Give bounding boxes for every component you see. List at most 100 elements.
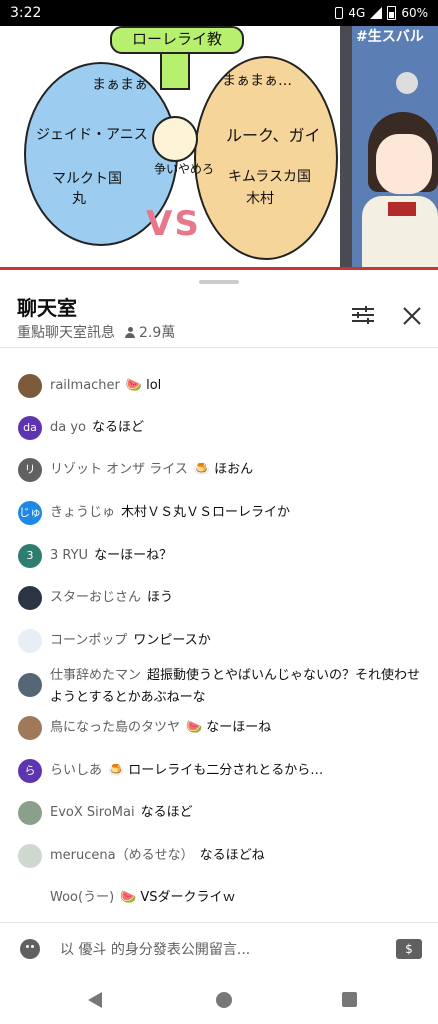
- vtuber-character: #生スバル: [352, 26, 438, 270]
- chat-message[interactable]: リ リゾット オンザ ライス 🍮 ほおん: [18, 458, 426, 482]
- chat-message[interactable]: 鳥になった島のタツヤ 🍉 なーほーね: [18, 716, 426, 740]
- message-text: VSダークライｗ: [140, 890, 236, 905]
- wb-center: 争いやめろ: [154, 162, 215, 176]
- message-author[interactable]: 仕事辞めたマン: [50, 668, 141, 683]
- super-chat-icon[interactable]: $: [396, 939, 422, 959]
- avatar: [18, 586, 42, 610]
- avatar: [18, 629, 42, 653]
- message-text: ローレライも二分されとるから…: [128, 763, 324, 778]
- channel-tag: #生スバル: [356, 29, 424, 45]
- watermelon-badge-icon: 🍉: [120, 890, 137, 905]
- wb-right-top: まぁまぁ…: [222, 73, 292, 89]
- avatar: ら: [18, 759, 42, 783]
- filter-icon[interactable]: [350, 304, 376, 326]
- home-icon[interactable]: [216, 992, 232, 1008]
- close-icon[interactable]: [400, 304, 424, 328]
- chat-message[interactable]: 3 3 RYU なーほーね？: [18, 544, 426, 568]
- message-text: ワンピースか: [133, 633, 211, 648]
- watermelon-badge-icon: 🍉: [186, 720, 203, 735]
- message-author[interactable]: スターおじさん: [50, 590, 141, 605]
- recent-apps-icon[interactable]: [342, 992, 357, 1007]
- chat-message[interactable]: コーンポップ ワンピースか: [18, 629, 426, 653]
- avatar: [18, 886, 42, 910]
- chat-message[interactable]: 仕事辞めたマン 超振動使うとやばいんじゃないの？それ使わせようとするとかあぶねーな: [18, 663, 426, 709]
- chat-message[interactable]: スターおじさん ほう: [18, 586, 426, 610]
- message-text: なるほど: [140, 805, 193, 820]
- message-text: ほう: [147, 590, 174, 605]
- chat-message[interactable]: Woo(うー) 🍉 VSダークライｗ: [18, 886, 426, 910]
- chat-message[interactable]: da da yo なるほど: [18, 416, 426, 440]
- status-time: 3:22: [10, 5, 42, 21]
- system-nav-bar: [0, 974, 438, 1024]
- arrow-up-shape: [160, 50, 190, 90]
- chat-message[interactable]: merucena（めるせな） なるほどね: [18, 844, 426, 868]
- message-author[interactable]: Woo(うー): [50, 890, 114, 905]
- message-text: ほおん: [214, 462, 254, 477]
- message-author[interactable]: リゾット オンザ ライス: [50, 462, 188, 477]
- chat-mode-label: 重點聊天室訊息: [17, 325, 115, 341]
- chat-message-list[interactable]: railmacher 🍉 lol da da yo なるほど リ リゾット オンザ ラ…: [0, 348, 438, 918]
- drag-handle[interactable]: [199, 280, 239, 284]
- message-author[interactable]: merucena（めるせな）: [50, 848, 194, 863]
- avatar: リ: [18, 458, 42, 482]
- message-text: なるほどね: [199, 848, 265, 863]
- character-face: [376, 134, 432, 194]
- avatar: da: [18, 416, 42, 440]
- avatar: [18, 673, 42, 697]
- avatar: じゅ: [18, 501, 42, 525]
- chat-input-bar: 以 優斗 的身分發表公開留言... $: [0, 922, 438, 975]
- wb-top-label: ローレライ教: [110, 26, 244, 54]
- wb-left-top: まぁまぁ: [92, 77, 148, 93]
- avatar: 3: [18, 544, 42, 568]
- chat-input[interactable]: 以 優斗 的身分發表公開留言...: [60, 939, 250, 959]
- message-text: なーほーね？: [94, 548, 173, 563]
- message-author[interactable]: 3 RYU: [50, 548, 88, 563]
- status-icons: 4G 60%: [335, 6, 428, 20]
- video-player[interactable]: ローレライ教 まぁまぁ まぁまぁ… ジェイド・アニス ルーク、ガイ マルクト国 …: [0, 26, 438, 270]
- wb-right-bottom2: 木村: [246, 191, 274, 207]
- chat-title: 聊天室: [17, 296, 77, 320]
- message-text: 木村ＶＳ丸ＶＳローレライか: [121, 505, 291, 520]
- message-text: なるほど: [92, 420, 145, 435]
- back-icon[interactable]: [88, 992, 102, 1008]
- wb-vs: VS: [146, 204, 201, 244]
- emoji-icon[interactable]: [20, 939, 40, 959]
- wb-right-bottom: キムラスカ国: [228, 169, 312, 185]
- face-drawing: [152, 116, 198, 162]
- wb-left-bottom2: 丸: [72, 191, 86, 207]
- pudding-badge-icon: 🍮: [108, 763, 125, 778]
- message-author[interactable]: きょうじゅ: [50, 505, 115, 520]
- message-author[interactable]: railmacher: [50, 378, 120, 393]
- signal-icon: [370, 7, 383, 19]
- vibrate-icon: [335, 7, 344, 19]
- message-author[interactable]: da yo: [50, 420, 86, 435]
- avatar: [18, 374, 42, 398]
- avatar: [18, 844, 42, 868]
- channel-logo-icon: [396, 72, 418, 94]
- chat-message[interactable]: railmacher 🍉 lol: [18, 374, 426, 398]
- message-author[interactable]: コーンポップ: [50, 633, 127, 648]
- message-author[interactable]: EvoX SiroMai: [50, 805, 135, 820]
- status-bar: 3:22 4G 60%: [0, 0, 438, 26]
- message-text: なーほーね: [206, 720, 272, 735]
- viewer-count: 2.9萬: [125, 322, 175, 342]
- watermelon-badge-icon: 🍉: [125, 378, 143, 393]
- wb-right-mid: ルーク、ガイ: [226, 126, 321, 145]
- message-text: lol: [146, 378, 162, 393]
- person-icon: [125, 327, 135, 338]
- chat-message[interactable]: EvoX SiroMai なるほど: [18, 801, 426, 825]
- message-author[interactable]: らいしあ: [50, 763, 102, 778]
- chat-mode-selector[interactable]: 重點聊天室訊息 2.9萬: [17, 322, 175, 342]
- battery-level: 60%: [401, 6, 428, 20]
- video-progress-bar[interactable]: [0, 267, 438, 270]
- chat-message[interactable]: ら らいしあ 🍮 ローレライも二分されとるから…: [18, 759, 426, 783]
- chat-message[interactable]: じゅ きょうじゅ 木村ＶＳ丸ＶＳローレライか: [18, 501, 426, 525]
- whiteboard-drawing: ローレライ教 まぁまぁ まぁまぁ… ジェイド・アニス ルーク、ガイ マルクト国 …: [0, 26, 340, 270]
- message-author[interactable]: 鳥になった島のタツヤ: [50, 720, 180, 735]
- wb-left-bottom: マルクト国: [52, 171, 122, 187]
- avatar: [18, 801, 42, 825]
- battery-icon: [387, 6, 397, 20]
- wb-left-mid: ジェイド・アニス: [36, 127, 148, 143]
- viewer-count-value: 2.9萬: [139, 325, 176, 341]
- live-chat-panel: 聊天室 重點聊天室訊息 2.9萬 railmacher 🍉 lol da da yo…: [0, 272, 438, 1024]
